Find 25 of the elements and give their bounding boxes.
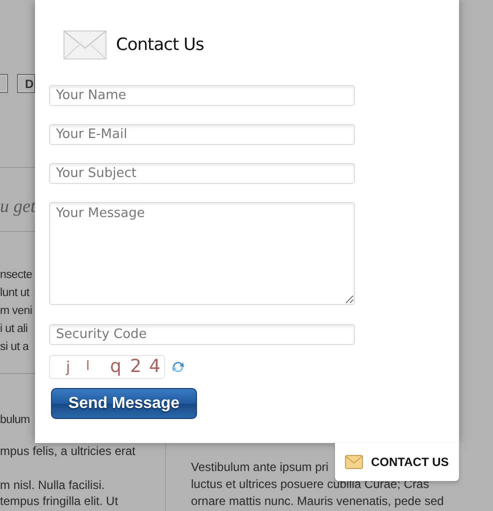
input-field[interactable]: Your Subject xyxy=(49,163,355,184)
message-field[interactable]: Your Message xyxy=(49,202,355,305)
envelope-icon xyxy=(345,455,363,469)
dialog-title: Contact Us xyxy=(116,35,204,55)
captcha-image: j l q 2 4 xyxy=(49,355,165,379)
text-line: lunt ut xyxy=(0,286,30,301)
refresh-icon[interactable] xyxy=(170,359,186,375)
page-tab[interactable]: D xyxy=(17,74,35,93)
text-line: m nisl. Nulla facilisi. xyxy=(0,477,105,493)
text-line: i ut ali xyxy=(0,322,29,337)
text-line: ornare mattis nunc. Mauris venenatis, pede sed xyxy=(191,493,444,510)
send-button[interactable]: Send Message xyxy=(51,388,197,419)
contact-tab[interactable]: CONTACT US xyxy=(335,443,459,481)
text-line: mpus felis, a ultricies erat xyxy=(0,443,136,459)
heading-fragment: u get xyxy=(0,196,35,217)
input-field[interactable]: Your E-Mail xyxy=(49,124,355,145)
text-line: tempus fringilla elit. Ut xyxy=(0,493,118,509)
text-line: nsecte xyxy=(0,268,34,283)
text-line: si ut a xyxy=(0,340,30,355)
text-line: bulum xyxy=(0,413,31,428)
input-field[interactable]: Security Code xyxy=(49,324,355,345)
input-field[interactable]: Your Name xyxy=(49,85,355,106)
text-line: Vestibulum ante ipsum pri xyxy=(191,459,328,476)
envelope-icon xyxy=(63,30,107,60)
text-line: m veni xyxy=(0,304,34,319)
